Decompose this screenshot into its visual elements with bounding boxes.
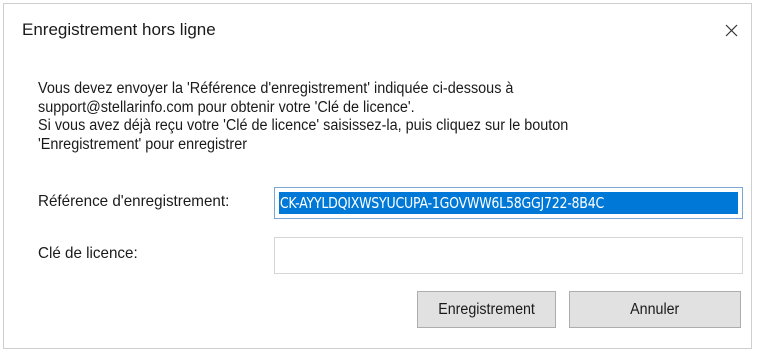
cancel-button-label: Annuler — [630, 300, 680, 318]
instructions-line: support@stellarinfo.com pour obtenir vot… — [38, 98, 415, 116]
close-icon — [725, 24, 737, 36]
register-button[interactable]: Enregistrement — [417, 291, 556, 328]
license-key-field[interactable] — [274, 237, 743, 274]
instructions-line: Si vous avez déjà reçu votre 'Clé de lic… — [38, 117, 569, 134]
instructions-line: 'Enregistrement' pour enregistrer — [38, 135, 248, 153]
offline-registration-dialog: Enregistrement hors ligne Vous devez env… — [3, 3, 752, 349]
instructions-line: Vous devez envoyer la 'Référence d'enreg… — [38, 80, 514, 97]
reference-field[interactable]: CK-AYYLDQIXWSYUCUPA-1GOVWW6L58GGJ722-8B4… — [274, 187, 743, 219]
close-button[interactable] — [717, 16, 745, 44]
reference-selected-text: CK-AYYLDQIXWSYUCUPA-1GOVWW6L58GGJ722-8B4… — [279, 192, 738, 214]
register-button-label: Enregistrement — [438, 300, 535, 318]
cancel-button[interactable]: Annuler — [569, 291, 741, 328]
reference-value: CK-AYYLDQIXWSYUCUPA-1GOVWW6L58GGJ722-8B4… — [279, 194, 605, 212]
instructions-text: Vous devez envoyer la 'Référence d'enreg… — [38, 80, 689, 154]
license-label: Clé de licence: — [38, 245, 138, 262]
title-bar: Enregistrement hors ligne — [4, 4, 751, 60]
dialog-title: Enregistrement hors ligne — [22, 20, 216, 39]
reference-label: Référence d'enregistrement: — [38, 193, 230, 210]
